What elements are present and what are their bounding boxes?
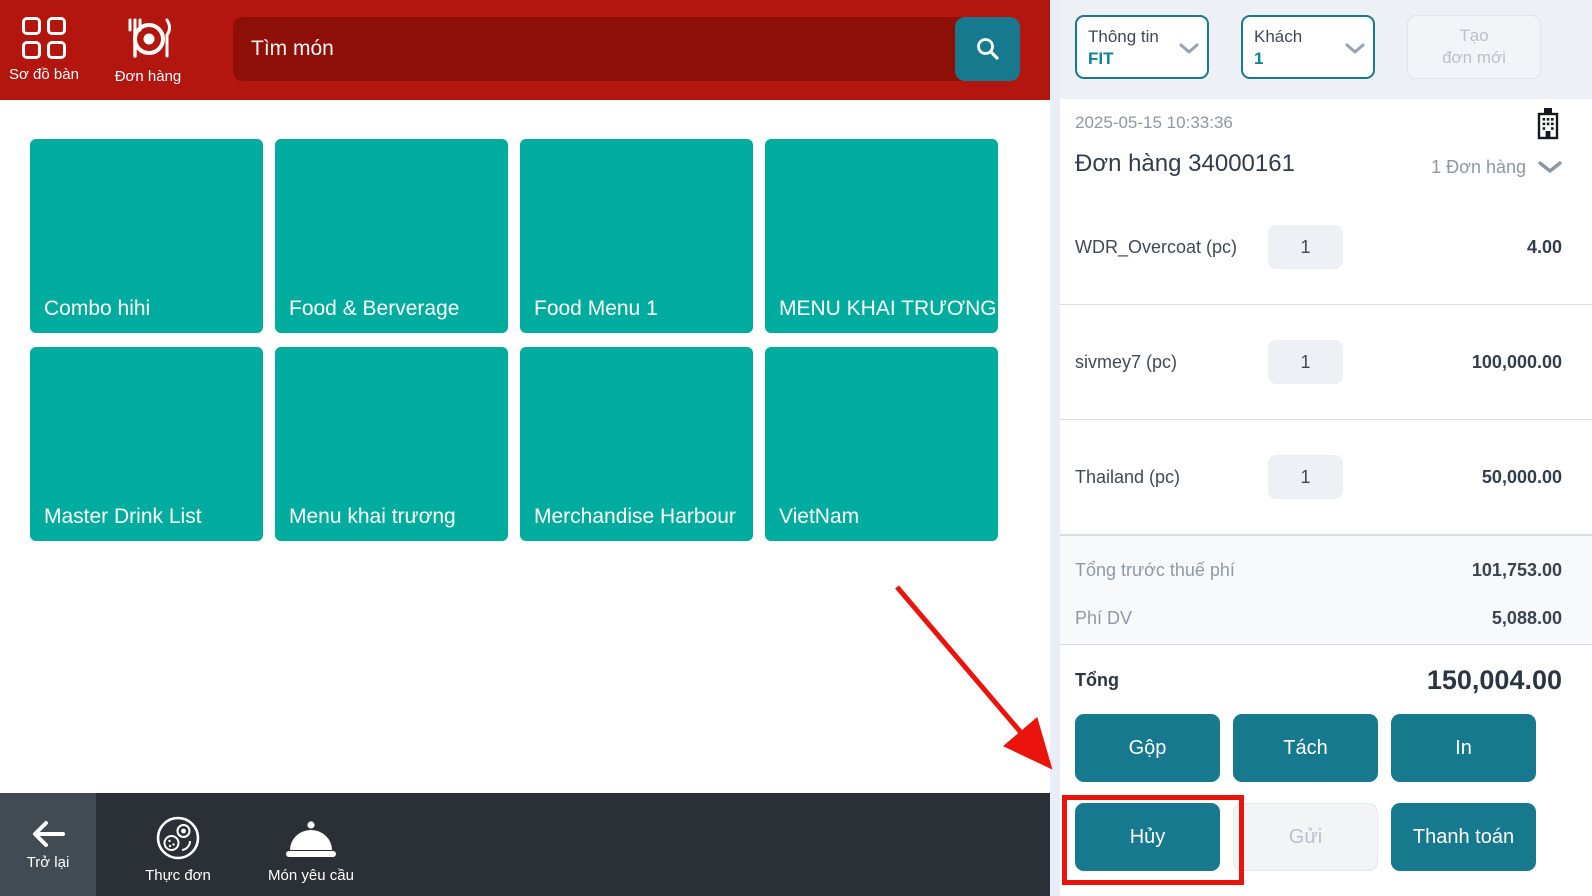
order-title: Đơn hàng 34000161 [1075, 150, 1295, 177]
back-button[interactable]: Trở lại [0, 793, 96, 896]
menu-label: Thực đơn [145, 867, 211, 884]
nav-table-map-label: Sơ đồ bàn [9, 66, 79, 83]
nav-table-map[interactable]: Sơ đồ bàn [4, 0, 84, 100]
item-qty-badge[interactable]: 1 [1268, 455, 1343, 499]
pay-button[interactable]: Thanh toán [1391, 803, 1536, 871]
order-items-list: WDR_Overcoat (pc) 1 4.00 sivmey7 (pc) 1 … [1060, 190, 1592, 535]
chevron-down-icon [1538, 161, 1562, 173]
item-price: 4.00 [1526, 236, 1562, 257]
chevron-down-icon [1345, 43, 1365, 54]
item-qty-badge[interactable]: 1 [1268, 340, 1343, 384]
pos-screen: Sơ đồ bàn Đơn hàng Tìm món Combo hihi Fo… [0, 0, 1592, 896]
tile-label: Food Menu 1 [534, 297, 658, 320]
plate-cutlery-icon [128, 18, 171, 58]
item-price: 100,000.00 [1471, 351, 1562, 372]
tile-master-drink-list[interactable]: Master Drink List [30, 347, 263, 541]
info-dropdown-label: Thông tin [1088, 27, 1159, 46]
search-button[interactable] [955, 17, 1020, 81]
app-header: Sơ đồ bàn Đơn hàng [0, 0, 1050, 100]
service-fee-value: 5,088.00 [1491, 607, 1562, 628]
requested-items-button[interactable]: Món yêu cầu [246, 793, 376, 896]
subtotal-value: 101,753.00 [1471, 559, 1562, 580]
tile-vietnam[interactable]: VietNam [765, 347, 998, 541]
guest-dropdown-label: Khách [1254, 27, 1303, 46]
info-dropdown[interactable]: Thông tin FIT [1075, 15, 1209, 79]
service-fee-label: Phí DV [1075, 607, 1133, 628]
order-panel: Thông tin FIT Khách 1 Tạo đơn mới 2025-0… [1060, 0, 1592, 896]
order-timestamp: 2025-05-15 10:33:36 [1075, 113, 1233, 132]
tile-label: Master Drink List [44, 505, 202, 528]
order-count-toggle[interactable]: 1 Đơn hàng [1431, 157, 1562, 178]
grand-total-value: 150,004.00 [1426, 664, 1562, 695]
back-arrow-icon [33, 820, 65, 847]
table-grid-icon [22, 17, 66, 59]
tile-label: Merchandise Harbour [534, 505, 736, 528]
chevron-down-icon [1179, 43, 1199, 54]
tile-menu-khai-truong-upper[interactable]: MENU KHAI TRƯƠNG [765, 139, 998, 333]
requested-items-label: Món yêu cầu [268, 867, 354, 884]
menu-button[interactable]: Thực đơn [120, 793, 236, 896]
subtotal-label: Tổng trước thuế phí [1075, 559, 1235, 580]
tile-merchandise-harbour[interactable]: Merchandise Harbour [520, 347, 753, 541]
bottom-bar: Trở lại Thực đơn Món yêu cầu [0, 793, 1050, 896]
tile-label: Combo hihi [44, 297, 151, 320]
guest-dropdown-value: 1 [1254, 49, 1264, 68]
merge-button[interactable]: Gộp [1075, 714, 1220, 782]
guest-count-dropdown[interactable]: Khách 1 [1241, 15, 1375, 79]
tile-label: MENU KHAI TRƯƠNG [779, 297, 997, 320]
left-pane: Sơ đồ bàn Đơn hàng Tìm món Combo hihi Fo… [0, 0, 1050, 896]
tile-label: Menu khai trương [289, 505, 456, 528]
order-action-buttons: Gộp Tách In Hủy Gửi Thanh toán [1075, 714, 1536, 871]
nav-orders-label: Đơn hàng [114, 68, 182, 85]
panel-divider [1050, 0, 1060, 896]
order-item-row[interactable]: WDR_Overcoat (pc) 1 4.00 [1060, 190, 1592, 305]
nav-orders[interactable]: Đơn hàng [98, 0, 198, 100]
back-label: Trở lại [26, 853, 70, 871]
search-icon [976, 38, 999, 60]
order-panel-topbar: Thông tin FIT Khách 1 Tạo đơn mới [1060, 0, 1592, 99]
building-icon[interactable] [1534, 106, 1562, 143]
item-price: 50,000.00 [1481, 466, 1562, 487]
cloche-icon [286, 821, 336, 857]
item-qty-badge[interactable]: 1 [1268, 225, 1343, 269]
search-input[interactable] [233, 17, 1020, 81]
send-button[interactable]: Gửi [1233, 803, 1378, 871]
grand-total-label: Tổng [1075, 669, 1119, 690]
tile-food-menu-1[interactable]: Food Menu 1 [520, 139, 753, 333]
order-item-row[interactable]: Thailand (pc) 1 50,000.00 [1060, 420, 1592, 535]
order-item-row[interactable]: sivmey7 (pc) 1 100,000.00 [1060, 305, 1592, 420]
item-name: WDR_Overcoat (pc) [1075, 236, 1238, 257]
tile-label: VietNam [779, 505, 860, 528]
tile-label: Food & Berverage [289, 297, 460, 320]
split-button[interactable]: Tách [1233, 714, 1378, 782]
order-count-label: 1 Đơn hàng [1431, 157, 1526, 177]
cancel-button[interactable]: Hủy [1075, 803, 1220, 871]
tile-menu-khai-truong[interactable]: Menu khai trương [275, 347, 508, 541]
item-name: Thailand (pc) [1075, 466, 1181, 487]
menu-category-tiles: Combo hihi Food & Berverage Food Menu 1 … [30, 139, 998, 541]
item-name: sivmey7 (pc) [1075, 351, 1178, 372]
info-dropdown-value: FIT [1088, 49, 1114, 68]
tile-combo-hihi[interactable]: Combo hihi [30, 139, 263, 333]
search-box [233, 17, 1020, 81]
food-plate-icon [156, 816, 200, 860]
print-button[interactable]: In [1391, 714, 1536, 782]
totals-section: Tổng trước thuế phí 101,753.00 Phí DV 5,… [1060, 535, 1592, 645]
create-new-order-button[interactable]: Tạo đơn mới [1407, 15, 1541, 79]
grand-total-row: Tổng 150,004.00 [1075, 652, 1562, 708]
tile-food-berverage[interactable]: Food & Berverage [275, 139, 508, 333]
